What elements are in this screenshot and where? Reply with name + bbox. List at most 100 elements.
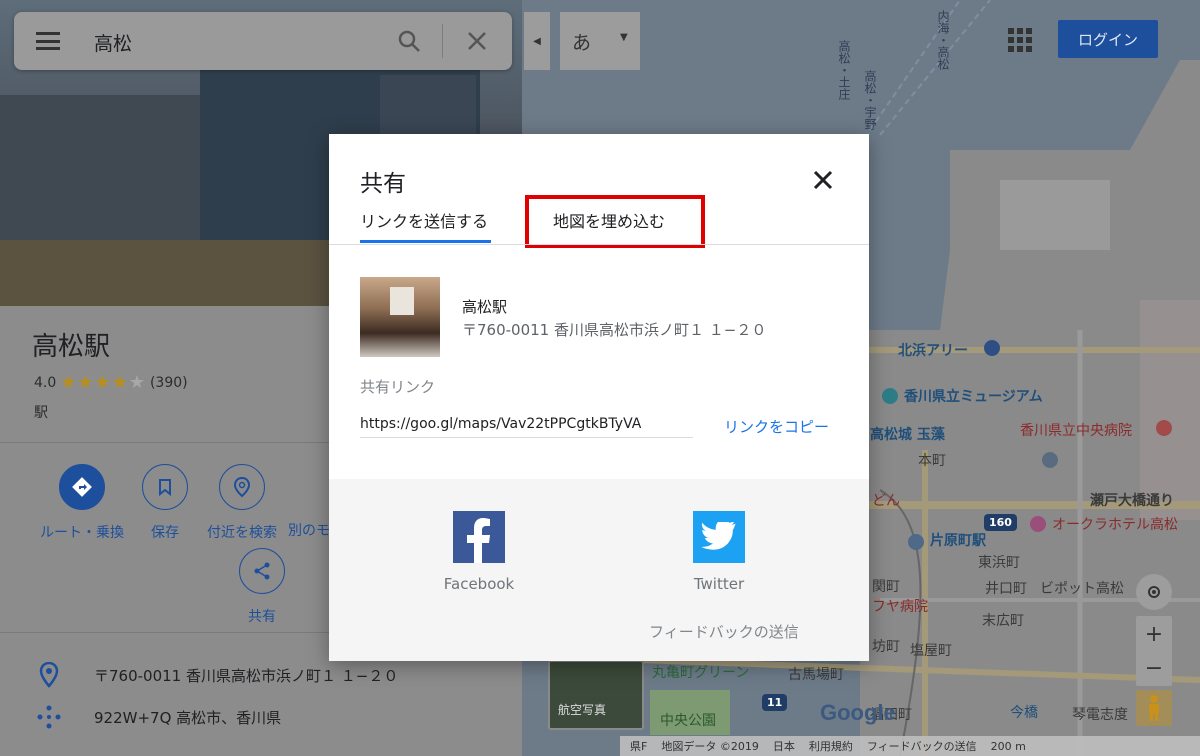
map-label-seki: 関町: [872, 579, 900, 595]
twitter-share-button[interactable]: Twitter: [659, 511, 779, 593]
share-dialog: 共有 リンクを送信する 地図を埋め込む 高松駅 〒760-0011 香川県高松市…: [329, 134, 869, 661]
hotel-pin-icon[interactable]: [1030, 516, 1046, 532]
dialog-place-name: 高松駅: [462, 298, 508, 316]
apps-grid-icon[interactable]: [1008, 28, 1032, 52]
minus-icon: −: [1144, 655, 1164, 681]
footer-country[interactable]: 日本: [773, 738, 795, 754]
map-label-marugame-green[interactable]: 丸亀町グリーン: [652, 662, 749, 682]
map-label-kitahama-alley[interactable]: 北浜アリー: [898, 340, 968, 360]
place-category: 駅: [34, 405, 48, 421]
place-title: 高松駅: [32, 332, 111, 362]
twitter-icon: [693, 511, 745, 563]
map-label-don: どん: [872, 493, 900, 509]
login-button[interactable]: ログイン: [1058, 20, 1158, 58]
facebook-icon: [453, 511, 505, 563]
share-label: 共有: [248, 609, 276, 625]
footer-feedback-link[interactable]: フィードバックの送信: [867, 738, 977, 754]
review-count[interactable]: (390): [150, 375, 188, 391]
facebook-label: Facebook: [443, 575, 515, 593]
highlight-annotation-box: [525, 195, 705, 248]
pegman-icon: [1149, 695, 1159, 721]
footer-terms-link[interactable]: 利用規約: [809, 738, 853, 754]
search-box[interactable]: 高松: [14, 12, 512, 70]
footer-scale[interactable]: 200 m: [991, 740, 1026, 753]
bus-stop-icon[interactable]: [1042, 452, 1058, 468]
tab-divider: [329, 244, 869, 245]
map-label-kanbo: 坊町: [872, 639, 900, 655]
map-label-bipot[interactable]: ビポット高松: [1040, 578, 1124, 598]
bookmark-icon: [159, 479, 171, 497]
route-11-badge: 11: [762, 694, 788, 711]
rating-value: 4.0: [34, 374, 57, 391]
map-label-iguchi: 井口町: [985, 581, 1027, 597]
social-share-section: Facebook Twitter フィードバックの送信: [329, 479, 869, 661]
search-input[interactable]: 高松: [94, 29, 132, 56]
ime-toggle[interactable]: あ ▼: [560, 12, 640, 70]
directions-button[interactable]: ルート・乗換: [37, 464, 127, 542]
map-label-kotoden-shido: 琴電志度: [1072, 707, 1128, 723]
map-footer: 県F 地図データ ©2019 日本 利用規約 フィードバックの送信 200 m: [620, 736, 1200, 756]
pegman-button[interactable]: [1136, 690, 1172, 726]
zoom-out-button[interactable]: −: [1136, 650, 1172, 686]
map-label-ferry-uno: 高松・宇野: [863, 70, 877, 130]
send-feedback-link[interactable]: フィードバックの送信: [649, 621, 799, 642]
copy-link-button[interactable]: リンクをコピー: [724, 416, 829, 437]
nearby-button[interactable]: 付近を検索: [197, 464, 287, 542]
map-label-higashihama: 東浜町: [978, 555, 1020, 571]
footer-map-data: 地図データ ©2019: [661, 740, 759, 753]
kitahama-pin-icon[interactable]: [984, 340, 1000, 356]
satellite-toggle[interactable]: 航空写真: [548, 660, 644, 730]
close-icon[interactable]: [464, 28, 490, 54]
send-to-phone-label[interactable]: 別のモ: [288, 520, 330, 540]
nearby-label: 付近を検索: [207, 525, 277, 541]
rating-stars-icon: ★★★★★: [60, 372, 146, 393]
share-icon: [254, 562, 270, 580]
map-label-takamatsu-castle[interactable]: 高松城 玉藻: [870, 424, 945, 444]
map-label-shioya: 塩屋町: [910, 643, 952, 659]
map-label-museum[interactable]: 香川県立ミュージアム: [904, 386, 1043, 406]
share-link-label: 共有リンク: [360, 378, 436, 396]
map-label-honcho: 本町: [918, 453, 946, 469]
directions-label: ルート・乗換: [40, 525, 124, 541]
caret-down-icon: ▼: [620, 32, 628, 43]
map-label-central-park[interactable]: 中央公園: [660, 710, 716, 730]
rating-row[interactable]: 4.0 ★★★★★ (390): [34, 372, 188, 393]
caret-left-icon: ◀: [533, 35, 541, 47]
active-tab-indicator: [360, 240, 491, 243]
map-label-furubaba: 古馬場町: [788, 667, 844, 683]
map-label-hospital[interactable]: 香川県立中央病院: [1020, 420, 1132, 440]
footer-shop: 県F: [630, 740, 648, 753]
facebook-share-button[interactable]: Facebook: [419, 511, 539, 593]
locate-icon: [1148, 586, 1160, 598]
map-label-imabashi[interactable]: 今橋: [1010, 702, 1038, 722]
nearby-search-icon: [233, 476, 251, 498]
menu-icon[interactable]: [36, 32, 60, 50]
dialog-title: 共有: [360, 171, 406, 197]
hospital-pin-icon[interactable]: [1156, 420, 1172, 436]
tab-send-link[interactable]: リンクを送信する: [360, 208, 488, 232]
museum-pin-icon[interactable]: [882, 388, 898, 404]
directions-icon: [72, 477, 92, 497]
plus-code-text: 922W+7Q 高松市、香川県: [94, 708, 282, 727]
search-icon[interactable]: [396, 28, 422, 54]
share-link-input[interactable]: [360, 410, 693, 438]
station-pin-icon[interactable]: [908, 534, 924, 550]
plus-code-row[interactable]: 922W+7Q 高松市、香川県: [34, 704, 281, 730]
zoom-in-button[interactable]: +: [1136, 616, 1172, 652]
search-divider: [442, 24, 443, 58]
my-location-button[interactable]: [1136, 574, 1172, 610]
share-button[interactable]: 共有: [217, 548, 307, 626]
map-label-okura-hotel[interactable]: オークラホテル高松: [1052, 514, 1178, 534]
place-thumbnail: [360, 277, 440, 357]
dialog-close-icon[interactable]: [809, 166, 837, 194]
address-text: 〒760-0011 香川県高松市浜ノ町１ １−２０: [94, 666, 399, 685]
map-label-kataharamachi-station[interactable]: 片原町駅: [930, 530, 986, 550]
collapse-panel-button[interactable]: ◀: [524, 12, 550, 70]
map-label-setoohashi-street: 瀬戸大橋通り: [1090, 493, 1174, 509]
dialog-place-address: 〒760-0011 香川県高松市浜ノ町１ １−２０: [462, 321, 767, 339]
ime-label: あ: [572, 32, 592, 54]
map-label-fuya-hospital[interactable]: フヤ病院: [872, 596, 928, 616]
address-row[interactable]: 〒760-0011 香川県高松市浜ノ町１ １−２０: [34, 662, 398, 688]
map-label-ferry-tonosho: 高松・土庄: [837, 40, 851, 100]
route-160-badge: 160: [984, 514, 1017, 531]
